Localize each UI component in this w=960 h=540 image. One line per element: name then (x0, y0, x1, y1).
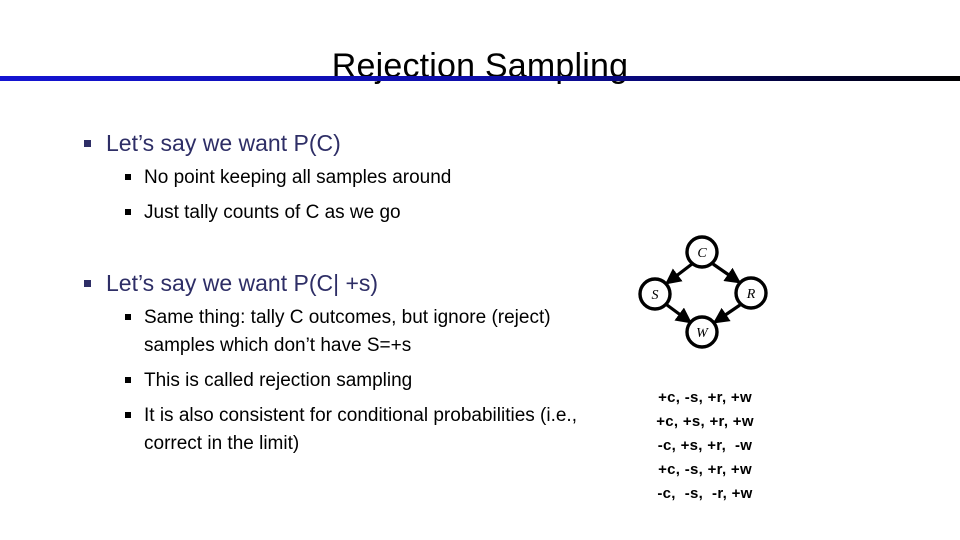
bullet-level1: Let’s say we want P(C) (78, 128, 598, 158)
bullet-level1-label: Let’s say we want P(C| +s) (106, 270, 379, 296)
square-bullet-icon (125, 209, 131, 215)
square-bullet-icon (125, 412, 131, 418)
sublist-group-1: No point keeping all samples around Just… (78, 164, 598, 227)
sample-row: +c, +s, +r, +w (656, 413, 754, 430)
square-bullet-icon (84, 140, 91, 147)
sample-row: -c, +s, +r, -w (657, 437, 753, 454)
bullet-level2: This is called rejection sampling (124, 367, 598, 395)
bullet-level2-label: No point keeping all samples around (144, 167, 452, 188)
edge-c-to-r (712, 262, 742, 284)
sample-row: -c, -s, -r, +w (657, 485, 753, 502)
edge-s-to-w (666, 303, 693, 324)
node-c-label: C (697, 246, 707, 261)
bayes-net-edges (664, 262, 742, 324)
square-bullet-icon (84, 280, 91, 287)
bullet-level1-label: Let’s say we want P(C) (106, 130, 341, 156)
bayes-net-svg: C S R W (638, 235, 768, 349)
bullet-level2-label: This is called rejection sampling (144, 370, 413, 391)
edge-r-to-w (712, 303, 741, 324)
bullet-spacer (78, 234, 598, 268)
bullet-level2: Just tally counts of C as we go (124, 199, 598, 227)
bayes-net-nodes: C S R W (638, 235, 768, 349)
bullet-level2: Same thing: tally C outcomes, but ignore… (124, 304, 598, 360)
bullet-level2: It is also consistent for conditional pr… (124, 402, 598, 458)
square-bullet-icon (125, 377, 131, 383)
bullet-level1: Let’s say we want P(C| +s) (78, 268, 598, 298)
sample-row: +c, -s, +r, +w (658, 461, 752, 478)
bullet-level2-label: It is also consistent for conditional pr… (144, 405, 577, 454)
slide-body: Let’s say we want P(C) No point keeping … (78, 128, 598, 465)
bullet-level2-label: Same thing: tally C outcomes, but ignore… (144, 307, 551, 356)
sample-list: +c, -s, +r, +w +c, +s, +r, +w -c, +s, +r… (600, 386, 810, 506)
square-bullet-icon (125, 314, 131, 320)
node-w-label: W (696, 326, 709, 341)
square-bullet-icon (125, 174, 131, 180)
slide-canvas: Rejection Sampling Let’s say we want P(C… (0, 0, 960, 540)
sample-row: +c, -s, +r, +w (658, 389, 752, 406)
sublist-group-2: Same thing: tally C outcomes, but ignore… (78, 304, 598, 458)
bullet-level2: No point keeping all samples around (124, 164, 598, 192)
node-r-label: R (746, 287, 756, 302)
node-s-label: S (652, 288, 659, 303)
bullet-level2-label: Just tally counts of C as we go (144, 202, 401, 223)
edge-c-to-s (664, 262, 693, 285)
title-divider (0, 76, 960, 81)
bayes-net-diagram: C S R W (612, 228, 792, 358)
